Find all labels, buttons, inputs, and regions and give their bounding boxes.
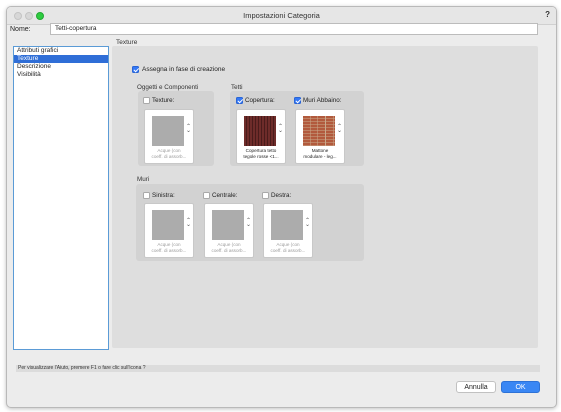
wall-left-label: Sinistra: <box>152 192 175 199</box>
category-item-visibilita[interactable]: Visibilità <box>14 71 108 79</box>
objects-texture-checkbox[interactable] <box>143 97 150 104</box>
roof-covering-caption: Copertura tetto tegole rosse <1... <box>243 148 279 159</box>
roofs-group-title: Tetti <box>231 84 243 91</box>
help-icon[interactable]: ? <box>545 10 550 19</box>
chevron-up-down-icon[interactable]: ⌃ ⌄ <box>278 124 283 134</box>
wall-center-slot[interactable]: ⌃ ⌄ Acque (con coeff. di assorb... <box>204 203 254 258</box>
brick-swatch <box>303 116 335 146</box>
wall-left-checkbox[interactable] <box>143 192 150 199</box>
window-title: Impostazioni Categoria <box>243 11 320 20</box>
cancel-button[interactable]: Annulla <box>456 381 496 393</box>
texture-swatch <box>152 116 184 146</box>
wall-center-label: Centrale: <box>212 192 238 199</box>
assign-on-creation-checkbox[interactable] <box>132 66 139 73</box>
category-item-texture[interactable]: Texture <box>14 55 108 63</box>
roof-covering-checkbox[interactable] <box>236 97 243 104</box>
wall-right-label: Destra: <box>271 192 292 199</box>
dormer-walls-caption: Mattone modulare - leg... <box>303 148 337 159</box>
chevron-up-down-icon[interactable]: ⌃ ⌄ <box>305 218 310 228</box>
wall-center-option[interactable]: Centrale: <box>203 192 238 199</box>
walls-group-title: Muri <box>137 176 150 183</box>
objects-texture-slot[interactable]: ⌃ ⌄ Acque (con coeff. di assorb... <box>144 109 194 164</box>
texture-caption: Acque (con coeff. di assorb... <box>211 242 247 253</box>
roof-tile-swatch <box>244 116 276 146</box>
name-label: Nome: <box>10 26 31 33</box>
objects-texture-option[interactable]: Texture: <box>143 97 174 104</box>
dormer-walls-label: Muri Abbaino: <box>303 97 342 104</box>
dormer-walls-slot[interactable]: ⌃ ⌄ Mattone modulare - leg... <box>295 109 345 164</box>
roof-covering-option[interactable]: Copertura: <box>236 97 275 104</box>
roof-covering-slot[interactable]: ⌃ ⌄ Copertura tetto tegole rosse <1... <box>236 109 286 164</box>
chevron-up-down-icon[interactable]: ⌃ ⌄ <box>246 218 251 228</box>
name-field[interactable]: Tetti-copertura <box>50 23 538 35</box>
category-item-attributi-grafici[interactable]: Attributi grafici <box>14 47 108 55</box>
texture-swatch <box>152 210 184 240</box>
texture-swatch <box>271 210 303 240</box>
wall-right-slot[interactable]: ⌃ ⌄ Acque (con coeff. di assorb... <box>263 203 313 258</box>
objects-texture-label: Texture: <box>152 97 175 104</box>
chevron-up-down-icon[interactable]: ⌃ ⌄ <box>186 124 191 134</box>
wall-right-checkbox[interactable] <box>262 192 269 199</box>
category-list: Attributi grafici Texture Descrizione Vi… <box>13 46 109 350</box>
dormer-walls-checkbox[interactable] <box>294 97 301 104</box>
texture-caption: Acque (con coeff. di assorb... <box>270 242 306 253</box>
texture-caption: Acque (con coeff. di assorb... <box>151 148 187 159</box>
chevron-up-down-icon[interactable]: ⌃ ⌄ <box>186 218 191 228</box>
wall-left-option[interactable]: Sinistra: <box>143 192 175 199</box>
wall-center-checkbox[interactable] <box>203 192 210 199</box>
help-status-bar: Per visualizzare l'Aiuto, premere F1 o f… <box>16 365 540 372</box>
chevron-up-down-icon[interactable]: ⌃ ⌄ <box>337 124 342 134</box>
dormer-walls-option[interactable]: Muri Abbaino: <box>294 97 342 104</box>
assign-on-creation-label: Assegna in fase di creazione <box>142 66 226 73</box>
objects-group-title: Oggetti e Componenti <box>137 84 199 91</box>
ok-button[interactable]: OK <box>501 381 540 393</box>
wall-right-option[interactable]: Destra: <box>262 192 291 199</box>
wall-left-slot[interactable]: ⌃ ⌄ Acque (con coeff. di assorb... <box>144 203 194 258</box>
texture-swatch <box>212 210 244 240</box>
texture-section-heading: Texture <box>116 39 138 46</box>
texture-caption: Acque (con coeff. di assorb... <box>151 242 187 253</box>
assign-on-creation-option[interactable]: Assegna in fase di creazione <box>132 66 225 73</box>
category-item-descrizione[interactable]: Descrizione <box>14 63 108 71</box>
roof-covering-label: Copertura: <box>245 97 275 104</box>
